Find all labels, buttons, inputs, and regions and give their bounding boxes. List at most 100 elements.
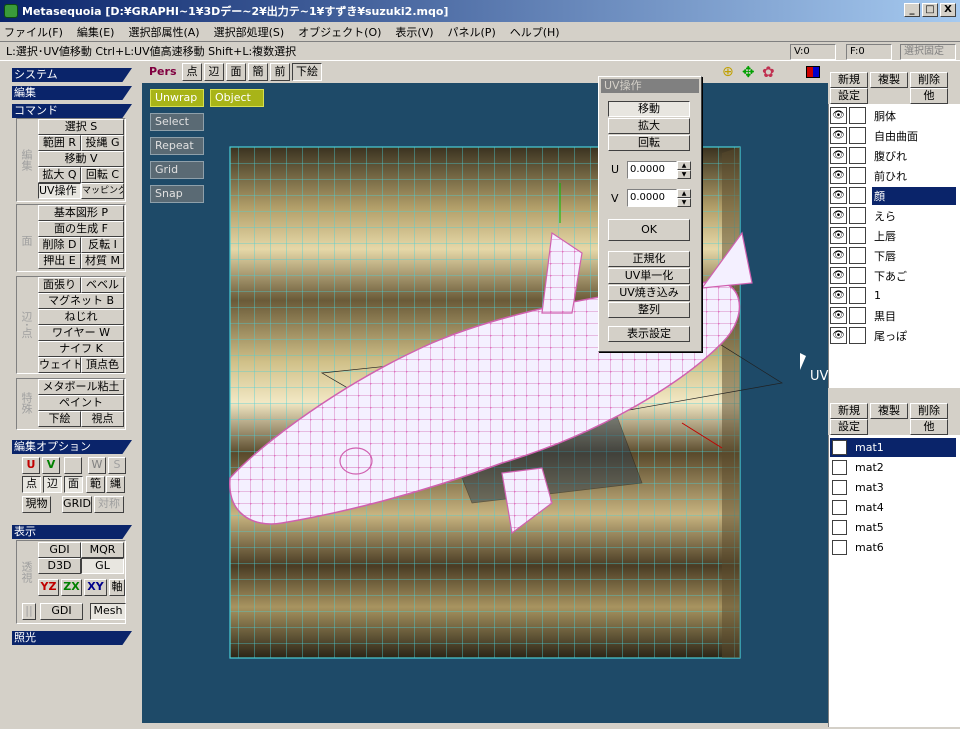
material-row[interactable]: mat5 — [830, 518, 956, 537]
visibility-eye-icon[interactable]: 👁 — [830, 147, 847, 164]
object-delete-button[interactable]: 削除 — [910, 72, 948, 88]
lock-u-button[interactable]: U — [22, 457, 40, 474]
object-row[interactable]: 👁 えら — [830, 206, 956, 225]
menu-panel[interactable]: パネル(P) — [448, 24, 496, 40]
primitive-button[interactable]: 基本図形 P — [38, 205, 124, 221]
zx-view-button[interactable]: ZX — [61, 579, 82, 596]
show-vertex-toggle[interactable]: 点 — [182, 63, 202, 81]
material-button[interactable]: 材質 M — [81, 253, 124, 269]
move-button[interactable]: 移動 V — [38, 151, 124, 167]
lock-box[interactable] — [849, 227, 866, 244]
visibility-eye-icon[interactable]: 👁 — [830, 247, 847, 264]
lock-box[interactable] — [849, 187, 866, 204]
knife-button[interactable]: ナイフ K — [38, 341, 124, 357]
object-row[interactable]: 👁 下あご — [830, 266, 956, 285]
lasso-button[interactable]: 投縄 G — [81, 135, 124, 151]
close-button[interactable]: X — [940, 3, 956, 17]
visibility-eye-icon[interactable]: 👁 — [830, 167, 847, 184]
lock-box[interactable] — [849, 327, 866, 344]
metaball-button[interactable]: メタボール粘土 — [38, 379, 124, 395]
material-new-button[interactable]: 新規 — [830, 403, 868, 419]
menu-file[interactable]: ファイル(F) — [4, 24, 63, 40]
material-delete-button[interactable]: 削除 — [910, 403, 948, 419]
object-row[interactable]: 👁 上唇 — [830, 226, 956, 245]
align-button[interactable]: 整列 — [608, 302, 690, 318]
object-row[interactable]: 👁 顔 — [830, 186, 956, 205]
display-settings-button[interactable]: 表示設定 — [608, 326, 690, 342]
vertex-color-button[interactable]: 頂点色 — [81, 357, 124, 373]
create-face-button[interactable]: 面の生成 F — [38, 221, 124, 237]
split-view-button[interactable]: || — [22, 603, 36, 620]
rotate-view-icon[interactable]: ✿ — [762, 63, 775, 81]
lock-w-button[interactable]: W — [88, 457, 106, 474]
lock-box[interactable] — [849, 287, 866, 304]
visibility-eye-icon[interactable]: 👁 — [830, 207, 847, 224]
material-row[interactable]: mat2 — [830, 458, 956, 477]
object-settings-button[interactable]: 設定 — [830, 88, 868, 104]
scale-button[interactable]: 拡大 Q — [38, 167, 81, 183]
visibility-eye-icon[interactable]: 👁 — [830, 227, 847, 244]
u-up-icon[interactable]: ▲ — [677, 161, 691, 170]
wire-button[interactable]: ワイヤー W — [38, 325, 124, 341]
v-up-icon[interactable]: ▲ — [677, 189, 691, 198]
v-value-input[interactable]: 0.0000 — [627, 189, 677, 207]
menu-edit[interactable]: 編集(E) — [77, 24, 115, 40]
uv-unify-button[interactable]: UV単一化 — [608, 268, 690, 284]
view-layout-icon[interactable] — [806, 66, 820, 78]
uv-scale-button[interactable]: 拡大 — [608, 118, 690, 134]
v-down-icon[interactable]: ▼ — [677, 198, 691, 207]
grid-button[interactable]: Grid — [150, 161, 204, 179]
normalize-button[interactable]: 正規化 — [608, 251, 690, 267]
grid-snap-button[interactable]: GRID — [62, 496, 92, 513]
axis-button[interactable]: 軸 — [109, 579, 125, 596]
u-down-icon[interactable]: ▼ — [677, 170, 691, 179]
lock-v-button[interactable]: V — [42, 457, 60, 474]
symmetry-button[interactable]: 対称 — [94, 496, 124, 513]
object-button[interactable]: Object — [210, 89, 264, 107]
edit-options-header[interactable]: 編集オプション — [12, 440, 132, 454]
edit-header[interactable]: 編集 — [12, 86, 132, 100]
lock-blank-button[interactable] — [64, 457, 82, 474]
snap-button[interactable]: Snap — [150, 185, 204, 203]
bevel-button[interactable]: ベベル — [81, 277, 124, 293]
visibility-eye-icon[interactable]: 👁 — [830, 327, 847, 344]
lock-box[interactable] — [849, 167, 866, 184]
material-swatch[interactable] — [832, 500, 847, 515]
material-row[interactable]: mat1 — [830, 438, 956, 457]
extrude-button[interactable]: 押出 E — [38, 253, 81, 269]
rotate-button[interactable]: 回転 C — [81, 167, 124, 183]
material-copy-button[interactable]: 複製 — [870, 403, 908, 419]
menu-help[interactable]: ヘルプ(H) — [510, 24, 560, 40]
mqr-button[interactable]: MQR — [81, 542, 124, 558]
delete-button[interactable]: 削除 D — [38, 237, 81, 253]
dialog-title[interactable]: UV操作 — [601, 79, 699, 93]
mapping-button[interactable]: マッピング — [81, 183, 124, 199]
display-header[interactable]: 表示 — [12, 525, 132, 539]
object-row[interactable]: 👁 下唇 — [830, 246, 956, 265]
range-button[interactable]: 範囲 R — [38, 135, 81, 151]
lock-box[interactable] — [849, 107, 866, 124]
underlay-button[interactable]: 下絵 — [38, 411, 81, 427]
lock-s-button[interactable]: S — [108, 457, 126, 474]
command-header[interactable]: コマンド — [12, 104, 132, 118]
magnet-button[interactable]: マグネット B — [38, 293, 124, 309]
pan-icon[interactable]: ✥ — [742, 63, 755, 81]
zoom-icon[interactable]: ⊕ — [722, 64, 734, 80]
material-row[interactable]: mat6 — [830, 538, 956, 557]
material-swatch[interactable] — [832, 520, 847, 535]
menu-selection-attr[interactable]: 選択部属性(A) — [128, 24, 199, 40]
menu-selection-proc[interactable]: 選択部処理(S) — [214, 24, 285, 40]
underlay-toggle[interactable]: 下絵 — [292, 63, 322, 81]
gdi-button[interactable]: GDI — [38, 542, 81, 558]
select-overlay-button[interactable]: Select — [150, 113, 204, 131]
object-copy-button[interactable]: 複製 — [870, 72, 908, 88]
repeat-button[interactable]: Repeat — [150, 137, 204, 155]
edge-mode-button[interactable]: 辺 — [43, 476, 62, 493]
opengl-button[interactable]: GL — [81, 558, 124, 574]
visibility-eye-icon[interactable]: 👁 — [830, 127, 847, 144]
u-value-input[interactable]: 0.0000 — [627, 161, 677, 179]
current-object-button[interactable]: 現物 — [22, 496, 51, 513]
lock-box[interactable] — [849, 247, 866, 264]
projection-label[interactable]: Pers — [149, 65, 177, 78]
object-row[interactable]: 👁 自由曲面 — [830, 126, 956, 145]
